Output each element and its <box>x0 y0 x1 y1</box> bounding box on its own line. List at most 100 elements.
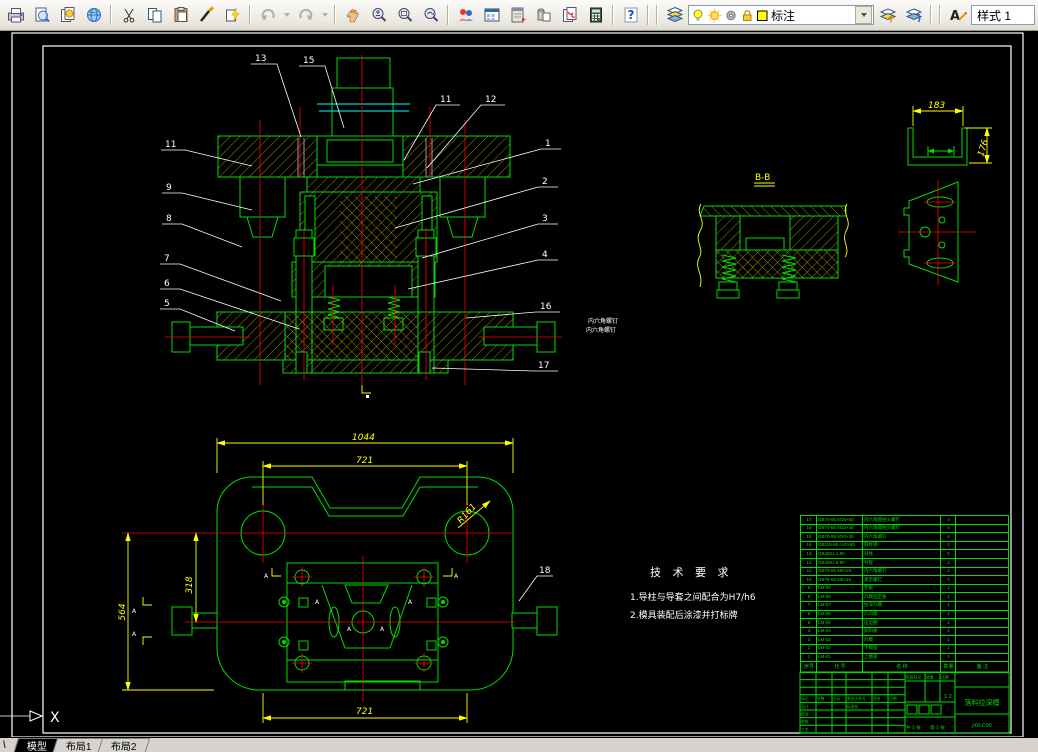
svg-text:A: A <box>264 573 269 580</box>
match-properties-icon[interactable] <box>194 3 219 27</box>
cut-icon[interactable] <box>116 3 141 27</box>
lock-icon[interactable] <box>740 8 754 23</box>
zoom-window-icon[interactable] <box>392 3 417 27</box>
undo-dropdown-icon[interactable] <box>281 4 292 26</box>
bom-row: 3 LM-03 凹模 1 <box>801 636 1008 645</box>
callout-9: 9 <box>166 183 172 193</box>
dim-183: 183 <box>928 101 945 111</box>
text-style-icon[interactable]: A <box>945 3 970 27</box>
copy-icon[interactable] <box>142 3 167 27</box>
svg-text:标记: 标记 <box>801 696 809 701</box>
tool-palettes-icon[interactable] <box>505 3 530 27</box>
bom-row: 15 GB70-85 M10×35 内六角螺钉 6 <box>801 533 1008 542</box>
bom-row: 17 GB70-85 M16×60 内六角圆柱头螺钉 4 <box>801 516 1008 525</box>
color-swatch-icon[interactable] <box>756 8 769 23</box>
toolbar: ? 标注 A 样式 1 <box>0 0 1038 31</box>
callout-13: 13 <box>255 54 266 64</box>
bom-table: 17 GB70-85 M16×60 内六角圆柱头螺钉 4 16 GB70-85 … <box>800 515 1009 673</box>
markup-icon[interactable] <box>557 3 582 27</box>
gear-icon[interactable] <box>724 8 738 23</box>
callout-4: 4 <box>542 250 548 260</box>
svg-text:签名: 签名 <box>873 696 881 701</box>
undo-icon[interactable] <box>255 3 280 27</box>
bom-row: 13 GB2861.1-90 导柱 2 <box>801 550 1008 559</box>
help-icon[interactable]: ? <box>618 3 643 27</box>
zoom-previous-icon[interactable] <box>418 3 443 27</box>
svg-text:工艺: 工艺 <box>801 727 809 732</box>
layer-dropdown-arrow[interactable] <box>855 6 872 24</box>
toolbar-separator <box>612 5 614 25</box>
tab-layout2[interactable]: 布局2 <box>97 738 150 752</box>
bracket-side-view: 183 176 <box>907 101 992 166</box>
web-icon[interactable] <box>81 3 106 27</box>
drawing-number: JX0-C00 <box>971 723 992 729</box>
toolbar-separator <box>334 5 336 25</box>
redline-icon[interactable] <box>453 3 478 27</box>
preview-icon[interactable] <box>29 3 54 27</box>
svg-text:质量: 质量 <box>926 675 934 680</box>
svg-text:?: ? <box>627 8 634 22</box>
publish-icon[interactable] <box>55 3 80 27</box>
layout-tab-bar: \ 模型 布局1 布局2 <box>0 737 1038 752</box>
callout-16: 16 <box>540 302 552 312</box>
technical-requirements: 技 术 要 求 1.导柱与导套之间配合为H7/h6 2.模具装配后涂漆并打标牌 <box>630 566 756 621</box>
toolbar-separator <box>930 5 932 25</box>
toolbar-separator <box>110 5 112 25</box>
text-style-dropdown[interactable]: 样式 1 <box>971 5 1035 25</box>
svg-text:比例: 比例 <box>941 675 949 680</box>
dim-318: 318 <box>185 576 195 593</box>
tech-req-item2: 2.模具装配后涂漆并打标牌 <box>630 609 738 621</box>
tab-layout1[interactable]: 布局1 <box>52 738 105 752</box>
bom-row: 2 LM-02 下模座 1 <box>801 644 1008 654</box>
property-paint-icon[interactable] <box>220 3 245 27</box>
svg-text:A: A <box>949 9 959 24</box>
toolbar-separator <box>939 5 941 25</box>
sheet-total: 共 1 张 <box>906 724 921 731</box>
redo-dropdown-icon[interactable] <box>319 4 330 26</box>
sheetset-icon[interactable] <box>531 3 556 27</box>
toolbar-separator <box>656 5 658 25</box>
bom-rows: 17 GB70-85 M16×60 内六角圆柱头螺钉 4 16 GB70-85 … <box>801 516 1008 663</box>
tech-req-item1: 1.导柱与导套之间配合为H7/h6 <box>630 591 756 603</box>
pan-icon[interactable] <box>340 3 365 27</box>
layers-icon[interactable] <box>662 3 687 27</box>
svg-text:A: A <box>132 608 137 615</box>
svg-text:A: A <box>347 626 352 633</box>
sun-icon[interactable] <box>707 8 722 23</box>
svg-text:A: A <box>408 599 413 606</box>
quickcalc-icon[interactable] <box>583 3 608 27</box>
toolbar-separator <box>647 5 649 25</box>
scale-value: 1:2 <box>944 694 952 700</box>
redo-icon[interactable] <box>293 3 318 27</box>
layer-dropdown[interactable]: 标注 <box>688 5 874 25</box>
drawing-title: 落料拉深模 <box>965 698 1000 707</box>
paste-icon[interactable] <box>168 3 193 27</box>
layer-name: 标注 <box>771 8 796 23</box>
bom-header-row: 序号 代 号 名 称 数量 备 注 <box>801 662 1008 672</box>
plot-icon[interactable] <box>3 3 28 27</box>
bom-row: 5 LM-05 压边圈 1 <box>801 619 1008 628</box>
ucs-icon: X <box>0 710 60 726</box>
ucs-x-label: X <box>50 710 60 726</box>
dim-176: 176 <box>976 138 991 158</box>
front-note-line2: 内六角螺钉 <box>586 326 616 334</box>
callout-17: 17 <box>538 361 549 371</box>
bom-row: 10 GB78-85 M6×10 紧定螺钉 2 <box>801 576 1008 585</box>
designcenter-icon[interactable] <box>479 3 504 27</box>
zoom-realtime-icon[interactable] <box>366 3 391 27</box>
make-layer-current-icon[interactable] <box>875 3 900 27</box>
bulb-icon[interactable] <box>691 8 705 23</box>
svg-text:标准化: 标准化 <box>847 704 859 709</box>
toolbar-separator <box>447 5 449 25</box>
svg-text:更改文件号: 更改文件号 <box>847 696 866 701</box>
sheet-number: 第 1 张 <box>930 724 945 731</box>
bb-section-view: B-B <box>697 173 849 299</box>
svg-text:A: A <box>454 573 459 580</box>
layer-previous-icon[interactable] <box>901 3 926 27</box>
svg-text:阶段标记: 阶段标记 <box>906 675 921 680</box>
dim-1044: 1044 <box>352 433 375 443</box>
dim-721-top: 721 <box>356 456 373 466</box>
bom-row: 16 GB70-85 M12×45 内六角圆柱头螺钉 4 <box>801 524 1008 534</box>
svg-text:设计: 设计 <box>801 704 809 709</box>
bom-row: 8 LM-08 凸模固定板 1 <box>801 593 1008 602</box>
